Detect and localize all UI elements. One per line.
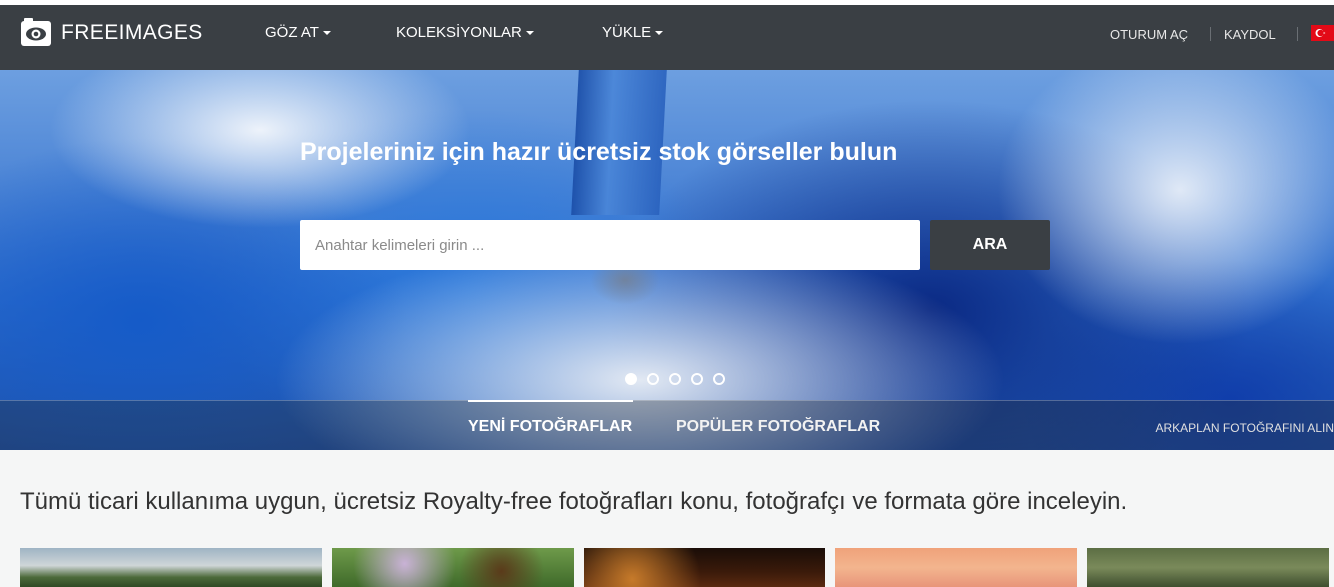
turkey-flag-icon[interactable]	[1311, 25, 1334, 41]
camera-icon	[20, 17, 52, 49]
active-tab-indicator	[468, 400, 633, 402]
photo-thumbnail[interactable]	[835, 548, 1077, 587]
carousel-dot[interactable]	[647, 373, 659, 385]
photo-tabs: YENİ FOTOĞRAFLAR POPÜLER FOTOĞRAFLAR ARK…	[0, 400, 1334, 450]
nav-upload[interactable]: YÜKLE	[602, 24, 664, 41]
nav-divider	[1297, 27, 1298, 41]
carousel-dot[interactable]	[691, 373, 703, 385]
hero-banner: Projeleriniz için hazır ücretsiz stok gö…	[0, 70, 1334, 450]
photo-thumbnail[interactable]	[1087, 548, 1329, 587]
site-logo[interactable]: FREEIMAGES	[20, 17, 203, 49]
hero-title: Projeleriniz için hazır ücretsiz stok gö…	[300, 138, 898, 166]
intro-text: Tümü ticari kullanıma uygun, ücretsiz Ro…	[20, 488, 1128, 515]
nav-divider	[1210, 27, 1211, 41]
photo-thumbnail[interactable]	[584, 548, 825, 587]
caret-down-icon	[655, 30, 664, 35]
nav-collections[interactable]: KOLEKSİYONLAR	[396, 24, 534, 41]
logo-text: FREEIMAGES	[61, 21, 203, 44]
nav-browse-label: GÖZ AT	[265, 24, 319, 41]
photo-thumbnail[interactable]	[332, 548, 574, 587]
search-button[interactable]: ARA	[930, 220, 1050, 270]
caret-down-icon	[322, 30, 331, 35]
carousel-dots	[625, 373, 725, 385]
caret-down-icon	[525, 30, 534, 35]
carousel-dot[interactable]	[713, 373, 725, 385]
tab-new-photos[interactable]: YENİ FOTOĞRAFLAR	[468, 418, 632, 436]
search-input[interactable]	[300, 220, 920, 270]
nav-upload-label: YÜKLE	[602, 24, 652, 41]
background-photo-link[interactable]: ARKAPLAN FOTOĞRAFINI ALIN	[1156, 421, 1334, 435]
nav-collections-label: KOLEKSİYONLAR	[396, 24, 522, 41]
carousel-dot[interactable]	[669, 373, 681, 385]
navbar: FREEIMAGES GÖZ AT KOLEKSİYONLAR YÜKLE OT…	[0, 5, 1334, 70]
tab-popular-photos[interactable]: POPÜLER FOTOĞRAFLAR	[676, 418, 880, 436]
nav-browse[interactable]: GÖZ AT	[265, 24, 331, 41]
carousel-dot[interactable]	[625, 373, 637, 385]
signup-link[interactable]: KAYDOL	[1224, 27, 1276, 42]
login-link[interactable]: OTURUM AÇ	[1110, 27, 1188, 42]
photo-thumbnail[interactable]	[20, 548, 322, 587]
